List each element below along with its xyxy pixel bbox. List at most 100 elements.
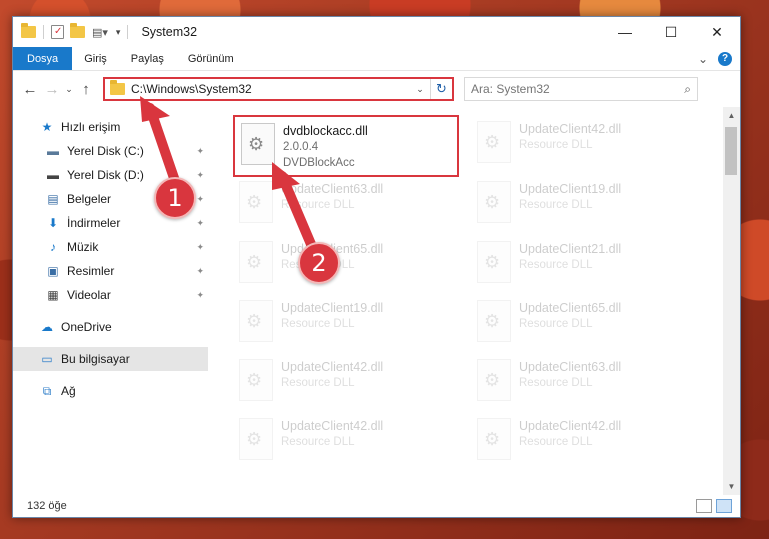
- tab-file[interactable]: Dosya: [13, 47, 73, 70]
- sidebar-item-network[interactable]: ⧉ Ağ: [13, 379, 208, 403]
- search-box[interactable]: ⌕: [464, 77, 698, 101]
- dll-file-icon: [239, 300, 273, 342]
- search-input[interactable]: [471, 82, 661, 96]
- file-name: UpdateClient63.dll: [281, 182, 384, 196]
- dll-file-icon: [477, 121, 511, 163]
- file-tile[interactable]: UpdateClient63.dll Resource DLL: [233, 175, 463, 233]
- close-button[interactable]: ✕: [694, 17, 740, 47]
- quick-access-toolbar: ✓ ▤▾ ▾: [13, 23, 133, 39]
- address-path[interactable]: C:\Windows\System32: [131, 82, 252, 96]
- file-tile[interactable]: UpdateClient63.dll Resource DLL: [471, 353, 701, 411]
- sidebar-item-quick-access[interactable]: ★ Hızlı erişim: [13, 115, 208, 139]
- customize-toolbar-icon[interactable]: ▾: [116, 27, 121, 38]
- separator: [127, 25, 129, 39]
- file-tile[interactable]: UpdateClient19.dll Resource DLL: [233, 294, 463, 352]
- navigation-pane: ★ Hızlı erişim ▬ Yerel Disk (C:) ✦ ▬ Yer…: [13, 107, 209, 495]
- details-view-button[interactable]: [696, 499, 712, 513]
- sidebar-item-pictures[interactable]: ▣ Resimler ✦: [13, 259, 208, 283]
- sidebar-item-videos[interactable]: ▦ Videolar ✦: [13, 283, 208, 307]
- computer-icon: ▭: [41, 352, 53, 366]
- explorer-body: ★ Hızlı erişim ▬ Yerel Disk (C:) ✦ ▬ Yer…: [13, 107, 740, 495]
- pin-icon: ✦: [196, 193, 204, 204]
- dll-file-icon: [477, 241, 511, 283]
- file-description: Resource DLL: [519, 436, 593, 448]
- file-description: Resource DLL: [281, 436, 355, 448]
- file-tile[interactable]: UpdateClient42.dll Resource DLL: [233, 412, 463, 470]
- search-icon[interactable]: ⌕: [684, 82, 691, 97]
- ribbon-tabs: Dosya Giriş Paylaş Görünüm ⌄ ?: [13, 47, 740, 71]
- file-tile[interactable]: UpdateClient21.dll Resource DLL: [471, 235, 701, 293]
- maximize-button[interactable]: ☐: [648, 17, 694, 47]
- vertical-scrollbar[interactable]: ▲ ▼: [723, 107, 740, 495]
- documents-icon: ▤: [47, 192, 59, 206]
- file-description: Resource DLL: [519, 377, 593, 389]
- separator: [43, 25, 44, 39]
- file-name: UpdateClient21.dll: [519, 242, 622, 256]
- large-icons-view-button[interactable]: [716, 499, 732, 513]
- address-row: ← → ⌄ ↑ C:\Windows\System32 ⌄ ↻ ⌕: [13, 71, 740, 107]
- file-description: Resource DLL: [519, 259, 593, 271]
- file-tile[interactable]: UpdateClient42.dll Resource DLL: [471, 115, 701, 173]
- music-icon: ♪: [50, 240, 56, 254]
- pin-icon: ✦: [196, 265, 204, 276]
- sidebar-item-label: Belgeler: [67, 192, 112, 206]
- file-description: Resource DLL: [281, 318, 355, 330]
- refresh-button[interactable]: ↻: [430, 79, 452, 99]
- sidebar-item-label: Müzik: [67, 240, 99, 254]
- network-icon: ⧉: [42, 383, 52, 398]
- properties-icon[interactable]: ✓: [51, 25, 64, 39]
- up-button[interactable]: ↑: [75, 81, 97, 98]
- customize-icon[interactable]: ▤▾: [92, 26, 108, 39]
- help-icon[interactable]: ?: [718, 51, 732, 66]
- tab-home[interactable]: Giriş: [72, 47, 119, 70]
- forward-button[interactable]: →: [41, 81, 63, 98]
- minimize-button[interactable]: —: [602, 17, 648, 47]
- dll-file-icon: [239, 181, 273, 223]
- drive-icon: ▬: [47, 144, 59, 158]
- dll-file-icon: [239, 418, 273, 460]
- file-tile-dvdblockacc[interactable]: dvdblockacc.dll 2.0.0.4 DVDBlockAcc: [233, 115, 459, 177]
- sidebar-item-onedrive[interactable]: ☁ OneDrive: [13, 315, 208, 339]
- cloud-icon: ☁: [41, 320, 53, 334]
- sidebar-item-label: Videolar: [67, 288, 111, 302]
- folder-icon: [21, 23, 36, 38]
- address-bar[interactable]: C:\Windows\System32 ⌄ ↻: [103, 77, 454, 101]
- sidebar-item-label: Ağ: [61, 384, 76, 398]
- file-tile[interactable]: UpdateClient42.dll Resource DLL: [233, 353, 463, 411]
- file-tile[interactable]: UpdateClient65.dll Resource DLL: [233, 235, 463, 293]
- dll-file-icon: [477, 418, 511, 460]
- scrollbar-thumb[interactable]: [725, 127, 737, 175]
- file-explorer-window: ✓ ▤▾ ▾ System32 — ☐ ✕ Dosya Giriş Paylaş…: [12, 16, 741, 518]
- dll-file-icon: [477, 300, 511, 342]
- step-badge-1: 1: [154, 177, 196, 219]
- title-bar: ✓ ▤▾ ▾ System32 — ☐ ✕: [13, 17, 740, 47]
- pictures-icon: ▣: [47, 264, 59, 278]
- recent-locations-button[interactable]: ⌄: [63, 84, 75, 95]
- tab-view[interactable]: Görünüm: [176, 47, 246, 70]
- scroll-up-icon[interactable]: ▲: [723, 107, 740, 124]
- file-tile[interactable]: UpdateClient19.dll Resource DLL: [471, 175, 701, 233]
- address-dropdown-icon[interactable]: ⌄: [410, 84, 430, 95]
- file-version: 2.0.0.4: [283, 141, 319, 153]
- file-name: UpdateClient19.dll: [281, 301, 384, 315]
- file-name: UpdateClient42.dll: [519, 419, 622, 433]
- tab-share[interactable]: Paylaş: [119, 47, 176, 70]
- sidebar-item-this-pc[interactable]: ▭ Bu bilgisayar: [13, 347, 208, 371]
- new-folder-icon[interactable]: [70, 23, 85, 38]
- sidebar-item-music[interactable]: ♪ Müzik ✦: [13, 235, 208, 259]
- sidebar-item-label: İndirmeler: [67, 216, 121, 230]
- file-name: UpdateClient42.dll: [281, 360, 384, 374]
- file-tile[interactable]: UpdateClient65.dll Resource DLL: [471, 294, 701, 352]
- file-tile[interactable]: UpdateClient42.dll Resource DLL: [471, 412, 701, 470]
- dll-file-icon: [239, 359, 273, 401]
- back-button[interactable]: ←: [19, 81, 41, 98]
- scroll-down-icon[interactable]: ▼: [723, 478, 740, 495]
- pin-icon: ✦: [196, 145, 204, 156]
- file-name: dvdblockacc.dll: [283, 124, 368, 138]
- pin-icon: ✦: [196, 217, 204, 228]
- chevron-down-icon[interactable]: ⌄: [698, 52, 708, 66]
- sidebar-item-drive-c[interactable]: ▬ Yerel Disk (C:) ✦: [13, 139, 208, 163]
